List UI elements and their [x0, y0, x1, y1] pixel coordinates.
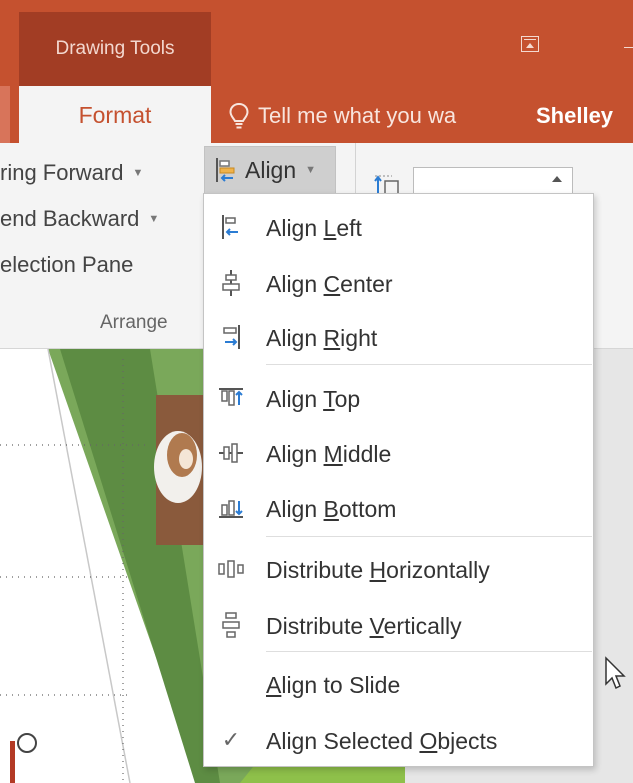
menu-item-align-center[interactable]: Align Center — [204, 262, 593, 306]
menu-item-label: Align Top — [266, 385, 361, 412]
dropdown-arrow-icon: ▼ — [148, 213, 160, 225]
menu-item-align-bottom[interactable]: Align Bottom — [204, 487, 593, 531]
selection-pane-label: election Pane — [0, 252, 134, 277]
menu-item-label: Align Left — [266, 214, 362, 241]
send-backward-button[interactable]: end Backward ▼ — [0, 201, 159, 237]
align-dropdown-menu: Align Left Align Center Align Right Alig… — [203, 193, 594, 767]
distribute-vertically-icon — [222, 612, 240, 638]
align-bottom-icon — [219, 500, 243, 518]
title-bar: Drawing Tools Format Tell me what you wa… — [0, 0, 633, 144]
dropdown-arrow-icon: ▼ — [305, 164, 317, 176]
checkmark-icon: ✓ — [221, 727, 241, 752]
mouse-pointer-icon — [605, 656, 626, 690]
tab-format[interactable]: Format — [19, 86, 211, 144]
menu-item-align-selected-objects[interactable]: ✓ Align Selected Objects — [204, 719, 593, 763]
rotate-handle — [17, 733, 37, 753]
menu-item-label: Align Center — [266, 270, 393, 297]
align-right-icon — [223, 325, 240, 349]
menu-item-align-middle[interactable]: Align Middle — [204, 432, 593, 476]
menu-item-label: Align Middle — [266, 440, 392, 467]
menu-item-align-top[interactable]: Align Top — [204, 377, 593, 421]
menu-item-distribute-vertically[interactable]: Distribute Vertically — [204, 604, 593, 648]
align-middle-icon — [219, 443, 243, 463]
menu-item-align-left[interactable]: Align Left — [204, 206, 593, 250]
lightbulb-icon — [229, 102, 249, 129]
contextual-tab-header: Drawing Tools — [19, 12, 211, 86]
spin-up-icon[interactable] — [552, 176, 562, 182]
send-backward-label: end Backward — [0, 206, 140, 231]
arrange-group-label: Arrange — [100, 312, 168, 333]
align-button[interactable]: Align ▼ — [204, 146, 336, 194]
menu-item-label: Align Right — [266, 324, 378, 351]
tab-edge — [0, 86, 10, 143]
align-left-icon — [216, 158, 235, 182]
menu-item-label: Distribute Horizontally — [266, 556, 490, 583]
menu-item-label: Align Selected Objects — [266, 727, 498, 754]
align-left-icon — [222, 215, 238, 239]
menu-item-label: Align to Slide — [266, 671, 401, 698]
menu-item-label: Align Bottom — [266, 495, 397, 522]
dropdown-arrow-icon: ▼ — [132, 167, 144, 179]
menu-item-align-to-slide[interactable]: Align to Slide — [204, 663, 593, 707]
ribbon-display-options-icon[interactable] — [521, 36, 539, 52]
align-button-label: Align — [245, 156, 297, 183]
align-center-icon — [222, 270, 240, 296]
selection-pane-button[interactable]: election Pane — [0, 247, 133, 283]
bring-forward-button[interactable]: ring Forward ▼ — [0, 155, 143, 191]
menu-item-distribute-horizontally[interactable]: Distribute Horizontally — [204, 548, 593, 592]
bring-forward-label: ring Forward — [0, 160, 124, 185]
align-top-icon — [219, 388, 243, 406]
menu-item-align-right[interactable]: Align Right — [204, 316, 593, 360]
user-name[interactable]: Shelley — [536, 96, 613, 136]
tell-me-text: Tell me what you wa — [258, 103, 457, 128]
menu-item-label: Distribute Vertically — [266, 612, 462, 639]
distribute-horizontally-icon — [218, 560, 244, 578]
minimize-icon[interactable] — [624, 47, 633, 48]
tell-me-search[interactable]: Tell me what you wa — [228, 96, 456, 136]
menu-separator — [266, 536, 592, 537]
menu-separator — [266, 651, 592, 652]
menu-separator — [266, 364, 592, 365]
